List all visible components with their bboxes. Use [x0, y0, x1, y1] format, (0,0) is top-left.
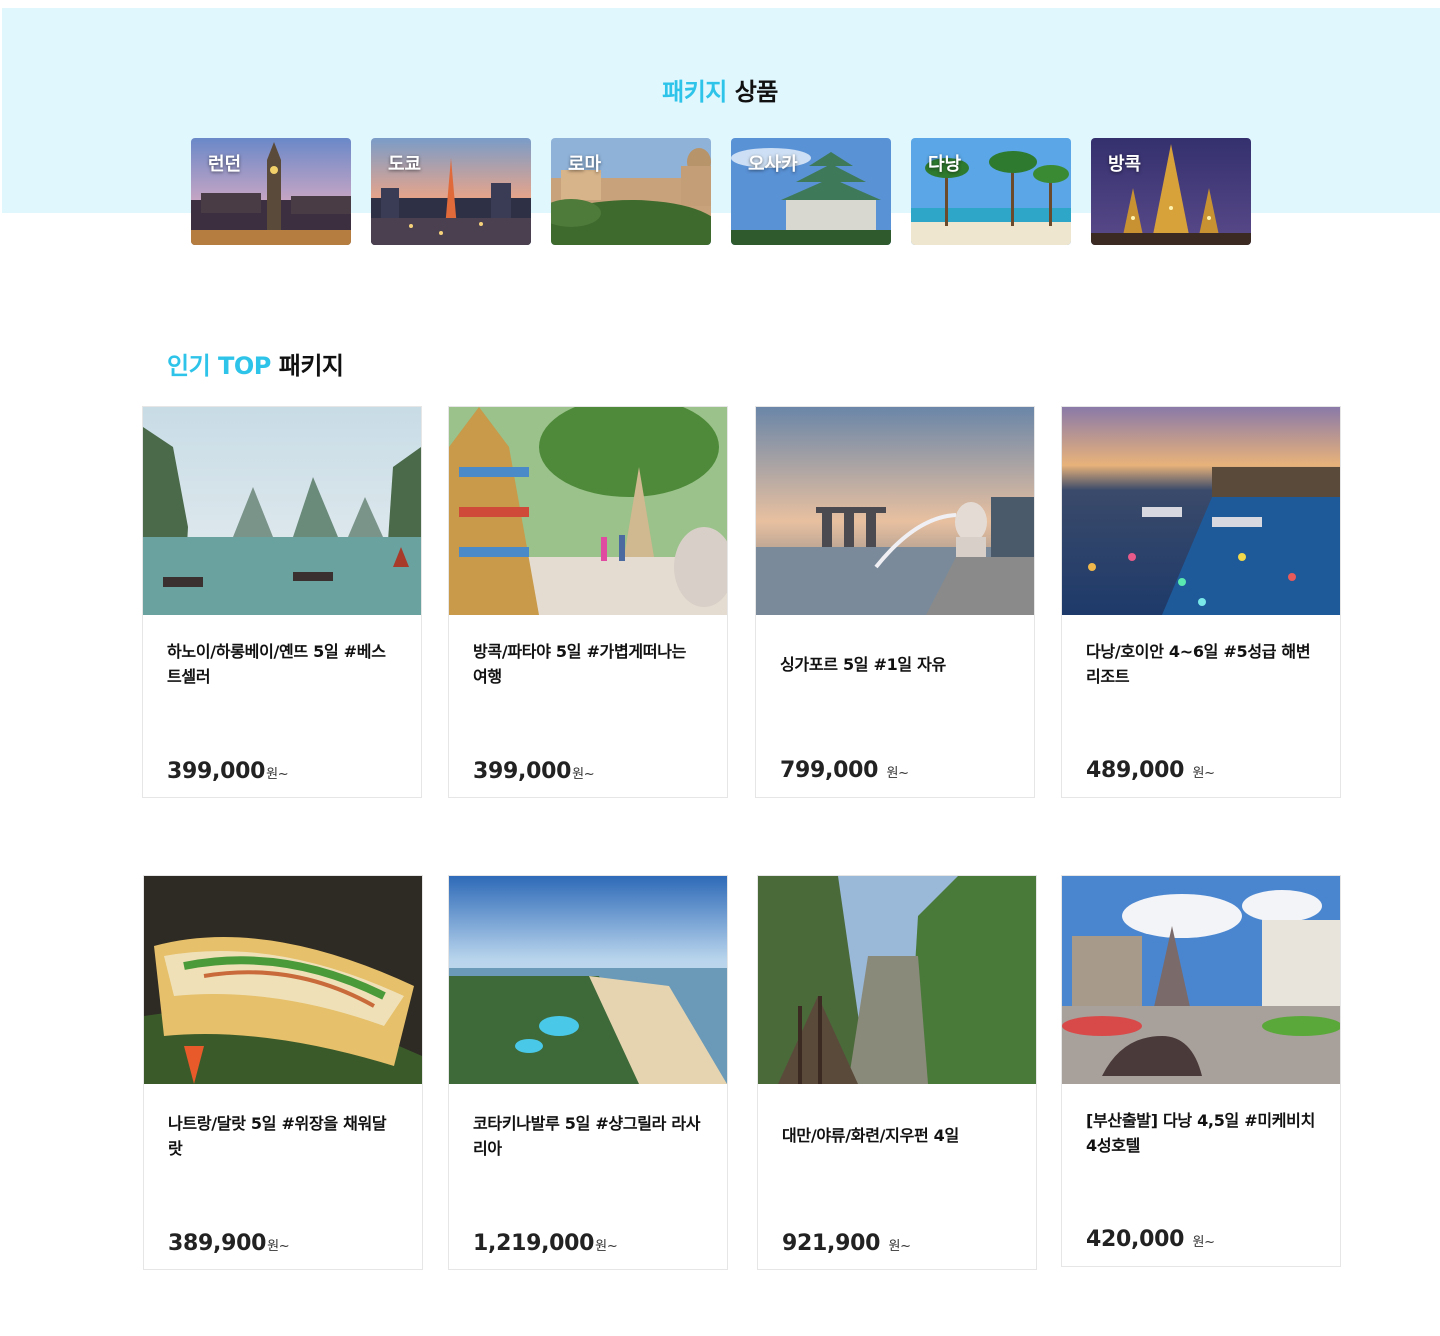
hoian-image: [1062, 407, 1340, 615]
card-title: 방콕/파타야 5일 #가볍게떠나는 여행: [473, 642, 687, 686]
package-card-singapore[interactable]: 싱가포르 5일 #1일 자유 799,000 원~: [755, 406, 1035, 798]
card-title: 다낭/호이안 4~6일 #5성급 해변 리조트: [1086, 642, 1311, 686]
city-card-tokyo[interactable]: 도쿄: [371, 138, 531, 245]
top-title-rest: 패키지: [278, 352, 344, 380]
card-title: 하노이/하롱베이/옌뜨 5일 #베스트셀러: [167, 642, 386, 686]
price-unit: 원~: [595, 1239, 618, 1254]
package-card-bangkok[interactable]: 방콕/파타야 5일 #가볍게떠나는 여행 399,000원~: [448, 406, 728, 798]
card-price: 399,000원~: [473, 759, 595, 784]
price-value: 921,900: [782, 1231, 881, 1256]
price-unit: 원~: [1192, 766, 1215, 781]
card-title: 싱가포르 5일 #1일 자유: [780, 655, 946, 674]
singapore-image: [756, 407, 1034, 615]
package-section-title: 패키지 상품: [0, 72, 1440, 107]
price-value: 489,000: [1086, 758, 1185, 783]
price-unit: 원~: [266, 767, 289, 782]
card-price: 799,000 원~: [780, 758, 909, 783]
price-unit: 원~: [267, 1239, 290, 1254]
city-card-bangkok[interactable]: 방콕: [1091, 138, 1251, 245]
package-card-taiwan[interactable]: 대만/야류/화련/지우펀 4일 921,900 원~: [757, 875, 1037, 1270]
city-card-osaka[interactable]: 오사카: [731, 138, 891, 245]
package-card-nhatrang[interactable]: 나트랑/달랏 5일 #위장을 채워달랏 389,900원~: [143, 875, 423, 1270]
card-price: 489,000 원~: [1086, 758, 1215, 783]
package-card-busan-danang[interactable]: [부산출발] 다낭 4,5일 #미케비치 4성호텔 420,000 원~: [1061, 875, 1341, 1267]
resort-image: [449, 876, 727, 1084]
city-label-osaka: 오사카: [748, 154, 798, 175]
city-label-tokyo: 도쿄: [388, 154, 422, 175]
price-value: 399,000: [167, 759, 266, 784]
bangkok-temple-image: [449, 407, 727, 615]
city-label-danang: 다낭: [928, 154, 962, 175]
city-card-london[interactable]: 런던: [191, 138, 351, 245]
banhmi-image: [144, 876, 422, 1084]
package-card-kotakinabalu[interactable]: 코타키나발루 5일 #샹그릴라 라사리아 1,219,000원~: [448, 875, 728, 1270]
package-card-hanoi[interactable]: 하노이/하롱베이/옌뜨 5일 #베스트셀러 399,000원~: [142, 406, 422, 798]
card-price: 1,219,000원~: [473, 1231, 618, 1256]
top-title-accent: 인기 TOP: [167, 352, 271, 380]
price-unit: 원~: [572, 767, 595, 782]
top-section-title: 인기 TOP 패키지: [167, 346, 344, 381]
price-unit: 원~: [1192, 1235, 1215, 1250]
bana-hills-image: [1062, 876, 1340, 1084]
taroko-image: [758, 876, 1036, 1084]
package-title-rest: 상품: [734, 78, 779, 106]
package-card-danang[interactable]: 다낭/호이안 4~6일 #5성급 해변 리조트 489,000 원~: [1061, 406, 1341, 798]
city-label-bangkok: 방콕: [1108, 154, 1142, 175]
hanoi-image: [143, 407, 421, 615]
card-price: 921,900 원~: [782, 1231, 911, 1256]
package-title-accent: 패키지: [662, 78, 727, 106]
card-price: 399,000원~: [167, 759, 289, 784]
card-title: 대만/야류/화련/지우펀 4일: [782, 1126, 959, 1145]
city-card-danang[interactable]: 다낭: [911, 138, 1071, 245]
price-unit: 원~: [888, 1239, 911, 1254]
city-label-rome: 로마: [568, 154, 602, 175]
price-unit: 원~: [886, 766, 909, 781]
card-price: 420,000 원~: [1086, 1227, 1215, 1252]
price-value: 799,000: [780, 758, 879, 783]
city-category-row: 런던 도쿄 로마 오사카 다낭 방콕: [191, 138, 1251, 245]
card-price: 389,900원~: [168, 1231, 290, 1256]
price-value: 420,000: [1086, 1227, 1185, 1252]
card-title: [부산출발] 다낭 4,5일 #미케비치 4성호텔: [1086, 1111, 1316, 1155]
price-value: 389,900: [168, 1231, 267, 1256]
price-value: 1,219,000: [473, 1231, 595, 1256]
price-value: 399,000: [473, 759, 572, 784]
city-label-london: 런던: [208, 154, 242, 175]
card-title: 나트랑/달랏 5일 #위장을 채워달랏: [168, 1114, 387, 1158]
city-card-rome[interactable]: 로마: [551, 138, 711, 245]
card-title: 코타키나발루 5일 #샹그릴라 라사리아: [473, 1114, 701, 1158]
